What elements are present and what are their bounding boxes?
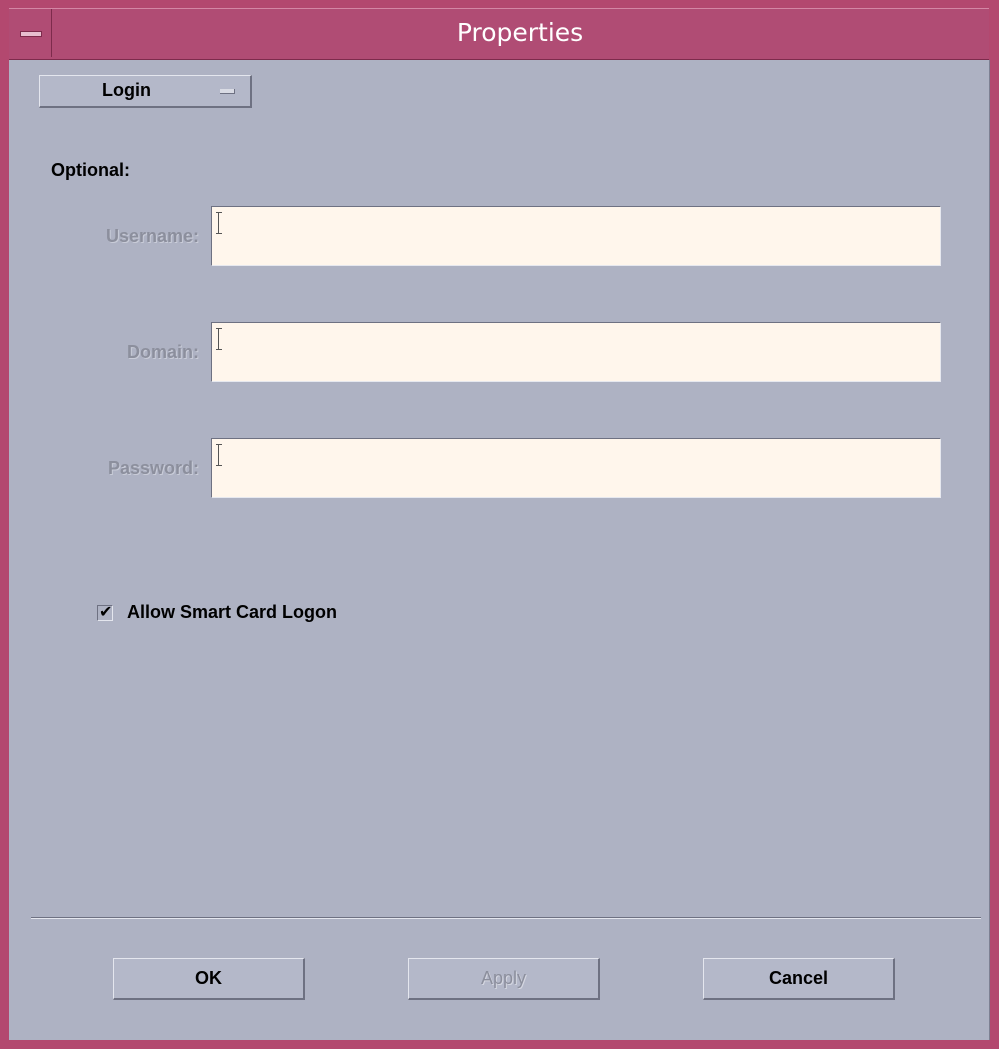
password-text-cursor-icon	[216, 444, 222, 466]
optional-section-label: Optional:	[51, 160, 130, 180]
title-bar[interactable]: Properties	[9, 8, 989, 60]
page-selector-label: Login	[102, 80, 151, 100]
window-title: Properties	[456, 18, 584, 47]
password-field[interactable]	[211, 438, 941, 498]
button-separator	[31, 917, 981, 919]
checkmark-icon: ✔	[99, 602, 113, 621]
domain-text-cursor-icon	[216, 328, 222, 350]
page-selector-menu[interactable]: Login	[39, 75, 252, 108]
domain-field[interactable]	[211, 322, 941, 382]
window-menu-icon	[20, 31, 42, 37]
ok-button[interactable]: OK	[113, 958, 305, 1000]
cancel-button[interactable]: Cancel	[703, 958, 895, 1000]
password-label: Password:	[107, 458, 199, 478]
option-menu-indicator-icon	[220, 89, 235, 94]
properties-window: Properties Login Optional: Username: Dom…	[0, 0, 999, 1049]
username-label: Username:	[105, 226, 199, 246]
apply-button[interactable]: Apply	[408, 958, 600, 1000]
username-field[interactable]	[211, 206, 941, 266]
dialog-body: Login Optional: Username: Domain: Passwo…	[9, 60, 990, 1040]
smart-card-logon-label: Allow Smart Card Logon	[127, 602, 338, 622]
window-menu-button[interactable]	[9, 9, 52, 57]
smart-card-logon-checkbox[interactable]: ✔	[97, 602, 113, 621]
domain-label: Domain:	[127, 342, 199, 362]
username-text-cursor-icon	[216, 212, 222, 234]
